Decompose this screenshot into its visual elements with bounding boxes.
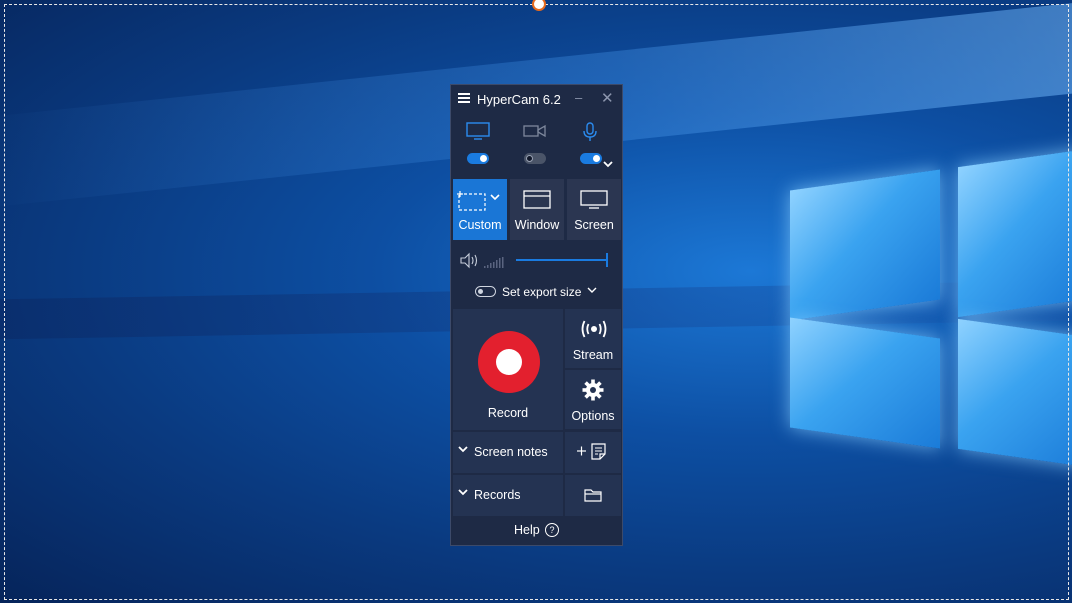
mode-window-button[interactable]: Window [510, 179, 564, 240]
capture-mode-selector: Custom Window Screen [453, 179, 621, 241]
folder-icon [584, 489, 602, 502]
record-icon [478, 331, 540, 393]
add-screen-note-button[interactable] [565, 432, 621, 473]
app-title: HyperCam 6.2 [477, 92, 561, 107]
mode-screen-label: Screen [574, 218, 614, 232]
volume-slider[interactable] [516, 253, 608, 267]
title-bar[interactable]: HyperCam 6.2 – ✕ [451, 85, 622, 113]
broadcast-icon [581, 320, 607, 338]
custom-region-icon [457, 191, 500, 211]
hypercam-panel: HyperCam 6.2 – ✕ Custom Window Screen Se… [450, 84, 623, 546]
gear-icon [582, 379, 604, 401]
help-question-icon: ? [545, 523, 559, 537]
mode-window-label: Window [514, 218, 560, 232]
mode-screen-button[interactable]: Screen [567, 179, 621, 240]
capture-sources [451, 119, 622, 169]
mode-custom-button[interactable]: Custom [453, 179, 507, 240]
windows-logo [790, 148, 1072, 480]
export-size-switch[interactable] [475, 286, 496, 297]
volume-slider-thumb[interactable] [606, 253, 608, 267]
chevron-down-icon[interactable] [603, 159, 613, 171]
audio-source-toggle[interactable] [580, 153, 602, 164]
record-label: Record [487, 406, 529, 420]
chevron-down-icon[interactable] [587, 283, 597, 300]
hamburger-menu-icon[interactable] [458, 93, 470, 103]
screen-notes-label: Screen notes [474, 445, 548, 459]
webcam-source-toggle[interactable] [524, 153, 546, 164]
webcam-source [515, 119, 555, 167]
window-icon [523, 190, 551, 209]
open-records-folder-button[interactable] [565, 475, 621, 516]
add-note-icon [577, 443, 606, 460]
microphone-icon[interactable] [579, 122, 603, 142]
records-label: Records [474, 488, 521, 502]
stream-button[interactable]: Stream [565, 309, 621, 368]
webcam-icon[interactable] [523, 122, 547, 140]
stream-label: Stream [572, 348, 614, 362]
records-row[interactable]: Records [453, 475, 563, 516]
screen-source-toggle[interactable] [467, 153, 489, 164]
record-button[interactable]: Record [453, 309, 563, 430]
minimize-button[interactable]: – [575, 90, 582, 105]
chevron-down-icon [458, 444, 468, 457]
options-label: Options [571, 409, 615, 423]
volume-control [451, 248, 622, 274]
screen-icon [580, 190, 608, 209]
screen-source [458, 119, 498, 167]
monitor-icon[interactable] [466, 122, 490, 140]
set-export-size-toggle[interactable]: Set export size [451, 283, 622, 303]
screen-notes-row[interactable]: Screen notes [453, 432, 563, 473]
mode-custom-label: Custom [458, 218, 502, 232]
options-button[interactable]: Options [565, 370, 621, 429]
export-size-label: Set export size [502, 285, 582, 299]
close-button[interactable]: ✕ [601, 89, 614, 107]
speaker-icon [460, 252, 504, 269]
chevron-down-icon [458, 487, 468, 500]
help-button[interactable]: Help ? [451, 517, 622, 543]
help-label: Help [514, 523, 540, 537]
